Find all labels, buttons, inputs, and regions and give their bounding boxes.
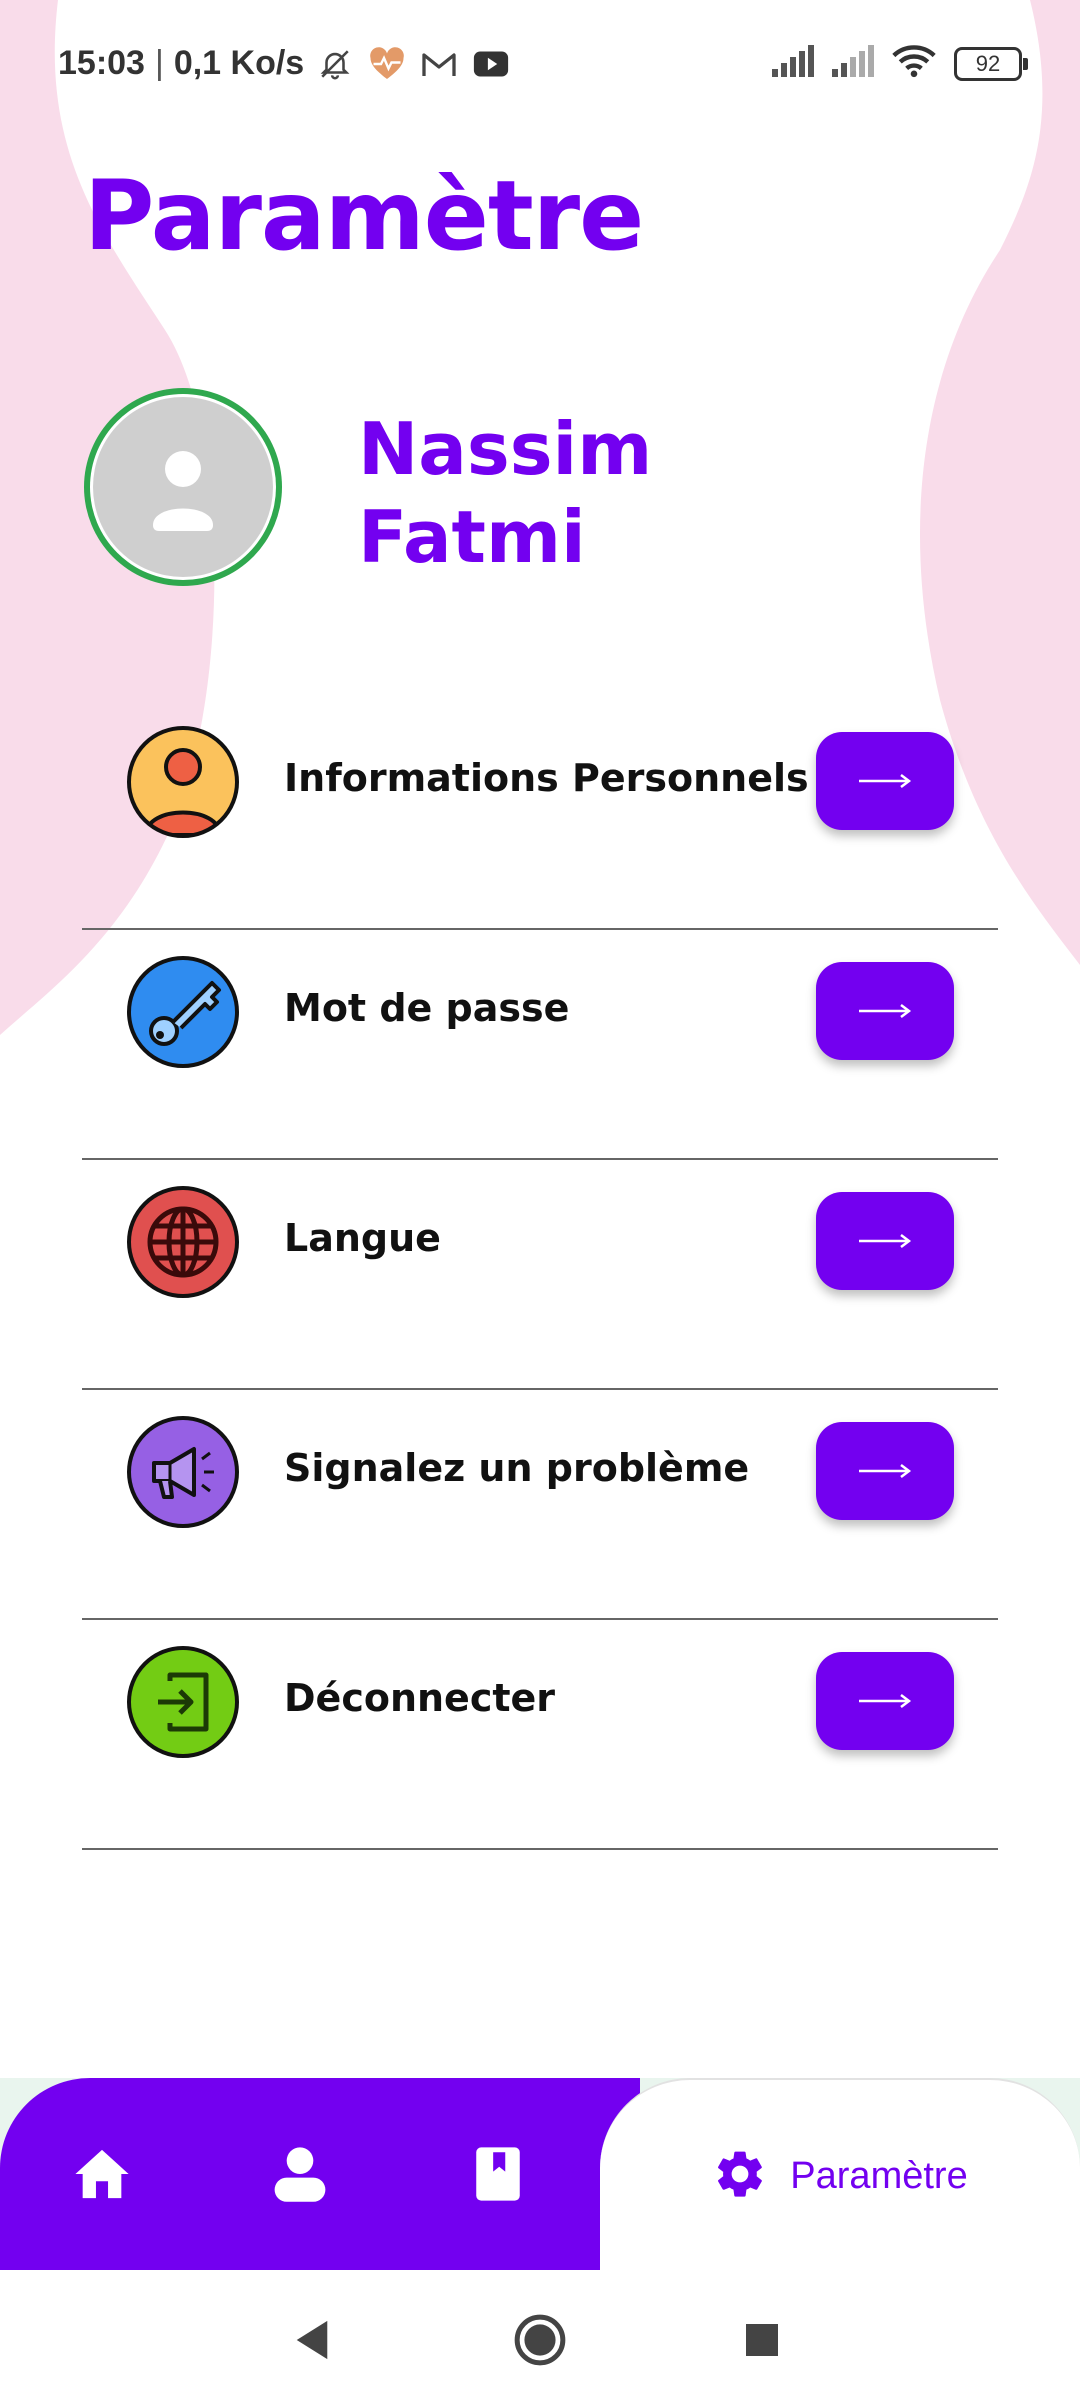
menu-item-logout[interactable]: Déconnecter (82, 1620, 998, 1850)
status-right: 92 (772, 44, 1028, 83)
youtube-icon (470, 46, 512, 82)
settings-menu: Informations Personnels Mot de passe Lan… (82, 700, 998, 1850)
arrow-right-icon (859, 1234, 912, 1248)
arrow-right-icon (859, 1694, 912, 1708)
globe-icon (126, 1185, 240, 1299)
recents-icon[interactable] (722, 2300, 802, 2380)
battery-level: 92 (975, 50, 1001, 76)
page-title: Paramètre (84, 160, 644, 272)
user-icon (126, 725, 240, 839)
nav-settings-label: Paramètre (790, 2154, 968, 2197)
report-problem-arrow-button[interactable] (816, 1422, 954, 1520)
profile-icon[interactable] (250, 2124, 350, 2224)
menu-label-logout: Déconnecter (284, 1676, 556, 1720)
status-separator: | (154, 44, 164, 82)
menu-label-personal-info: Informations Personnels (284, 756, 809, 800)
system-nav-bar (0, 2270, 1080, 2400)
back-icon[interactable] (272, 2300, 352, 2380)
menu-item-report-problem[interactable]: Signalez un problème (82, 1390, 998, 1620)
language-arrow-button[interactable] (816, 1192, 954, 1290)
bottom-nav: Paramètre (0, 2078, 1080, 2272)
menu-label-password: Mot de passe (284, 986, 570, 1030)
personal-info-arrow-button[interactable] (816, 732, 954, 830)
password-arrow-button[interactable] (816, 962, 954, 1060)
logout-arrow-button[interactable] (816, 1652, 954, 1750)
signal-weak-icon (832, 45, 874, 82)
bell-off-icon (314, 46, 356, 82)
menu-item-language[interactable]: Langue (82, 1160, 998, 1390)
user-name: Nassim Fatmi (358, 405, 778, 581)
avatar-ring (90, 394, 276, 580)
battery-icon: 92 (954, 46, 1028, 81)
home-icon[interactable] (52, 2124, 152, 2224)
gmail-icon (418, 46, 460, 82)
signal-icon (772, 45, 814, 82)
arrow-right-icon (859, 1004, 912, 1018)
home-circle-icon[interactable] (500, 2300, 580, 2380)
status-net-speed: 0,1 Ko/s (173, 44, 305, 82)
logout-icon (126, 1645, 240, 1759)
gear-icon (712, 2146, 768, 2207)
arrow-right-icon (859, 774, 912, 788)
user-last-name: Fatmi (358, 495, 586, 579)
menu-item-personal-info[interactable]: Informations Personnels (82, 700, 998, 930)
status-left: 15:03 | 0,1 Ko/s (58, 44, 512, 83)
avatar-placeholder-icon (93, 397, 273, 577)
status-time: 15:03 (58, 44, 145, 82)
megaphone-icon (126, 1415, 240, 1529)
menu-label-report-problem: Signalez un problème (284, 1446, 750, 1490)
book-icon[interactable] (448, 2124, 548, 2224)
status-bar: 15:03 | 0,1 Ko/s 92 (0, 0, 1080, 130)
avatar[interactable] (84, 388, 282, 586)
menu-label-language: Langue (284, 1216, 441, 1260)
wifi-icon (892, 44, 936, 83)
arrow-right-icon (859, 1464, 912, 1478)
key-icon (126, 955, 240, 1069)
user-first-name: Nassim (358, 407, 653, 491)
menu-item-password[interactable]: Mot de passe (82, 930, 998, 1160)
health-heart-icon (366, 46, 408, 82)
nav-settings-active[interactable]: Paramètre (600, 2078, 1080, 2272)
